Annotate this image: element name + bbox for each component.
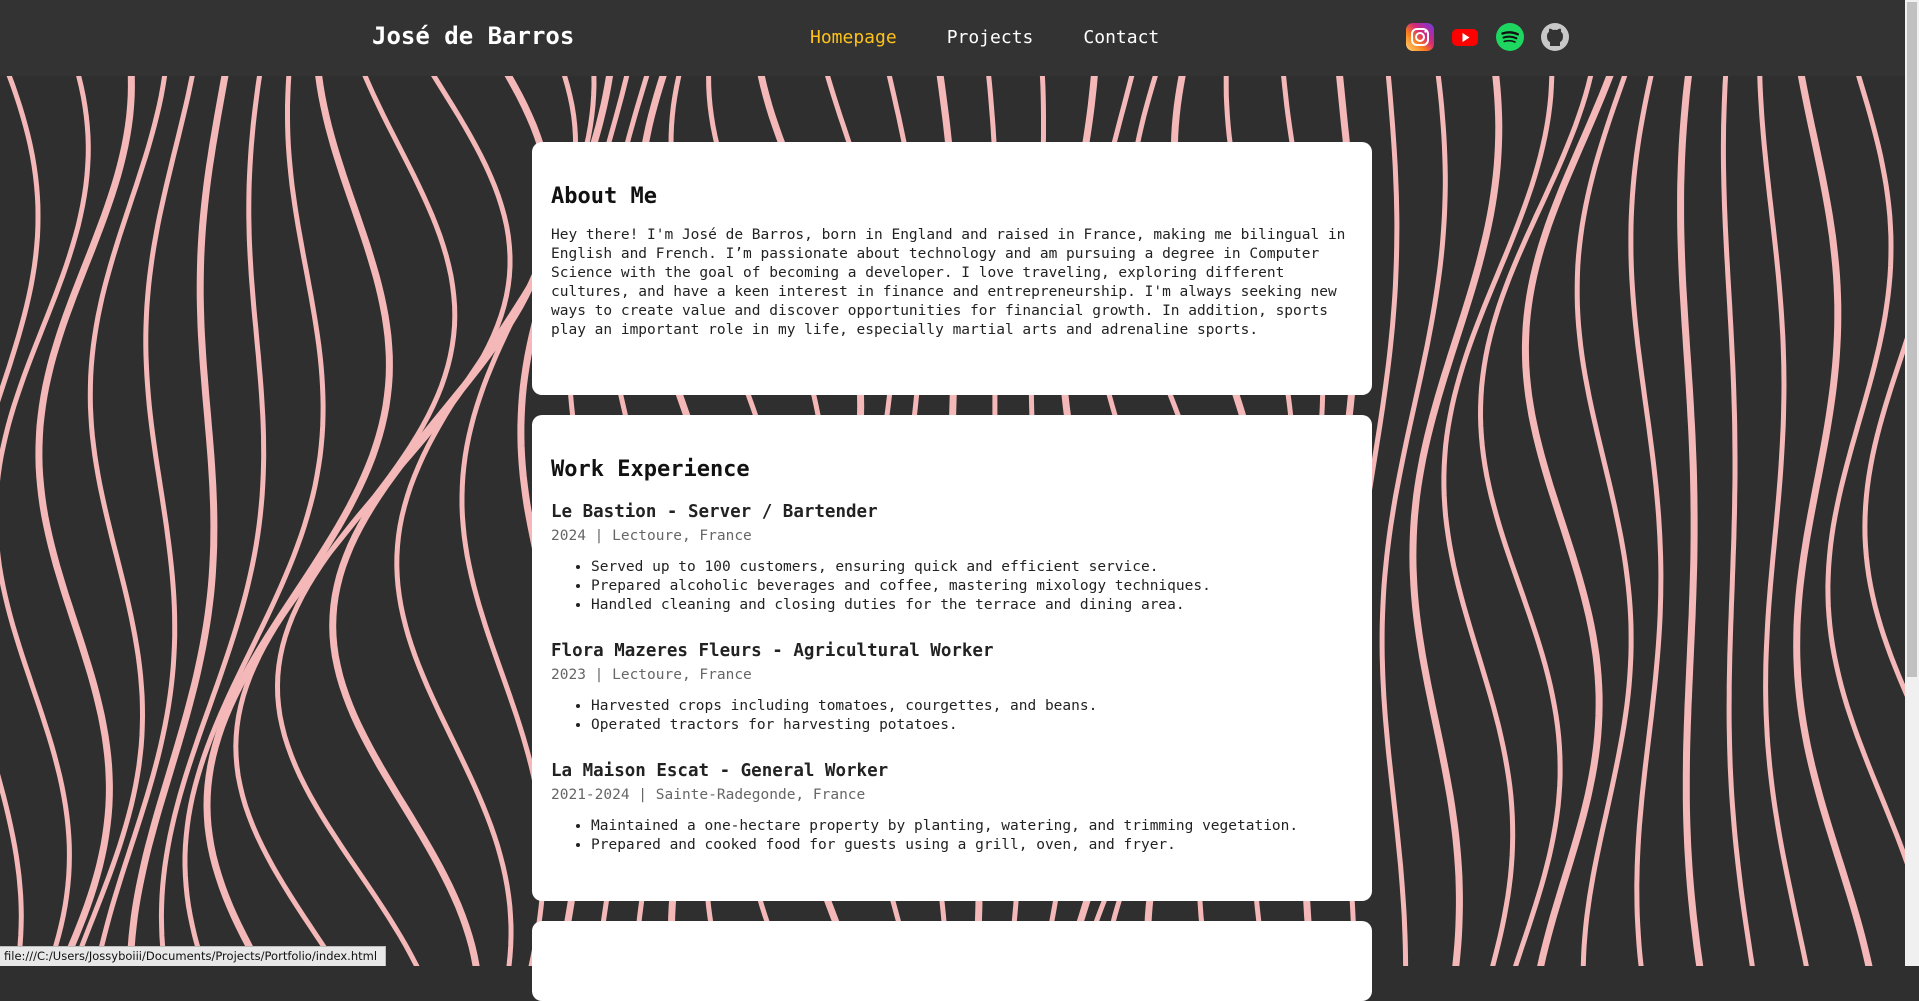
github-icon[interactable] [1540,22,1570,52]
work-card: Work Experience Le Bastion - Server / Ba… [532,415,1372,901]
scrollbar-thumb[interactable] [1907,2,1917,677]
wave-line [35,76,135,966]
wave-line [1677,76,1704,966]
wave-line [1409,76,1503,966]
job-bullet: Served up to 100 customers, ensuring qui… [591,558,1353,577]
wave-line [1862,337,1905,697]
job-entry: Flora Mazeres Fleurs - Agricultural Work… [551,641,1353,735]
social-links [1405,22,1570,52]
wave-line [1757,76,1809,966]
wave-line [1574,76,1634,966]
page-scrollbar[interactable] [1905,0,1919,966]
nav-projects[interactable]: Projects [947,27,1034,48]
job-meta: 2024 | Lectoure, France [551,528,752,544]
browser-status-url: file:///C:/Users/Jossyboiii/Documents/Pr… [0,946,387,966]
job-bullet: Operated tractors for harvesting potatoe… [591,716,1353,735]
job-title: La Maison Escat - General Worker [551,761,889,781]
nav-homepage[interactable]: Homepage [810,27,897,48]
job-entry: La Maison Escat - General Worker 2021-20… [551,761,1353,855]
job-meta: 2023 | Lectoure, France [551,667,752,683]
site-header: José de Barros Homepage Projects Contact [0,0,1919,76]
instagram-icon[interactable] [1405,22,1435,52]
youtube-icon[interactable] [1450,22,1480,52]
next-card-partial [532,921,1372,1001]
work-title: Work Experience [551,457,750,482]
spotify-icon[interactable] [1495,22,1525,52]
job-bullet: Maintained a one-hectare property by pla… [591,817,1353,836]
job-bullets: Maintained a one-hectare property by pla… [551,817,1353,855]
about-title: About Me [551,184,657,209]
wave-line [1720,76,1755,966]
wave-line [0,76,41,966]
job-bullet: Harvested crops including tomatoes, cour… [591,697,1353,716]
wave-line [1628,76,1664,966]
job-bullet: Prepared and cooked food for guests usin… [591,836,1353,855]
main-nav: Homepage Projects Contact [810,27,1159,48]
wave-line [329,76,554,966]
nav-contact[interactable]: Contact [1083,27,1159,48]
about-text: Hey there! I'm José de Barros, born in E… [551,227,1346,338]
job-title: Le Bastion - Server / Bartender [551,502,878,522]
job-title: Flora Mazeres Fleurs - Agricultural Work… [551,641,994,661]
about-card: About Me Hey there! I'm José de Barros, … [532,142,1372,395]
job-bullet: Handled cleaning and closing duties for … [591,596,1353,615]
job-bullet: Prepared alcoholic beverages and coffee,… [591,577,1353,596]
job-bullets: Served up to 100 customers, ensuring qui… [551,558,1353,615]
job-bullets: Harvested crops including tomatoes, cour… [551,697,1353,735]
job-meta: 2021-2024 | Sainte-Radegonde, France [551,787,866,803]
site-brand[interactable]: José de Barros [372,22,574,50]
job-entry: Le Bastion - Server / Bartender 2024 | L… [551,502,1353,615]
wave-line [274,76,513,966]
